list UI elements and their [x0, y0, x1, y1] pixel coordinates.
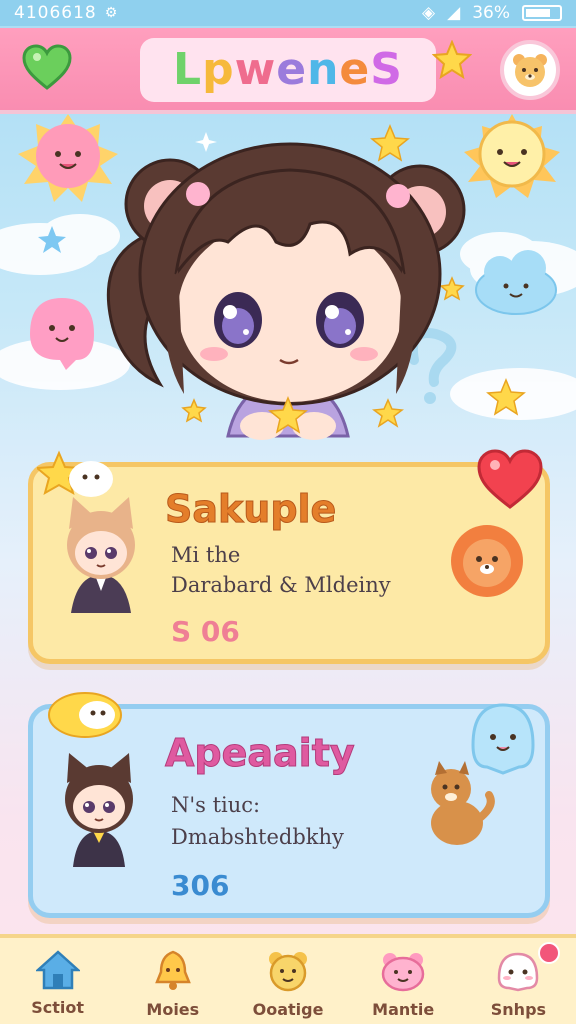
nav-item-shop[interactable]: Snhps [461, 938, 576, 1024]
green-heart-icon [22, 44, 72, 90]
chibi-cat-girl-avatar [67, 497, 135, 613]
card-subtitle: N's tiuc: [171, 793, 261, 817]
bell-icon [154, 950, 191, 990]
bear-face-icon [513, 54, 547, 87]
card-title: Apeaaity [165, 731, 356, 776]
nav-label: Mantie [372, 1000, 435, 1019]
signal-icon: ◢ [447, 3, 461, 23]
app-header: LpweneS [0, 28, 576, 114]
bottom-navigation: Sctiot Moies Ooatige Mantie Snhps [0, 934, 576, 1024]
nav-item-notifications[interactable]: Moies [115, 938, 230, 1024]
nav-item-collection[interactable]: Ooatige [230, 938, 345, 1024]
red-heart-icon [477, 449, 543, 509]
profile-avatar-button[interactable] [500, 40, 560, 100]
notification-badge [538, 942, 561, 964]
character-card-apeaaity[interactable]: Apeaaity N's tiuc: Dmabshtedbkhy 306 [28, 692, 550, 918]
chibi-girl-illustration [0, 114, 576, 440]
card-description: Darabard & Mldeiny [171, 573, 391, 597]
character-card-sakuple[interactable]: Sakuple Mi the Darabard & Mldeiny S 06 [28, 449, 550, 664]
status-time: 4106618 [14, 3, 97, 23]
hero-illustration [0, 114, 576, 454]
pink-sun-creature [18, 114, 118, 202]
nav-label: Snhps [490, 1000, 547, 1019]
favorite-button[interactable] [22, 42, 72, 92]
status-bar: 4106618 ⚙ ◈ ◢ 36% [0, 0, 576, 26]
chibi-cat-girl-avatar [65, 753, 133, 867]
card-description: Dmabshtedbkhy [171, 825, 344, 849]
app-title: LpweneS [140, 38, 436, 102]
pink-bear-icon [381, 953, 425, 992]
card-subtitle: Mi the [171, 543, 241, 567]
card-count: S 06 [171, 615, 240, 648]
battery-icon [522, 5, 562, 21]
yellow-sun-creature [464, 114, 560, 198]
nav-label: Sctiot [31, 998, 84, 1017]
ghost-icon [498, 952, 539, 992]
star-icon [432, 40, 472, 80]
card-title: Sakuple [164, 487, 337, 532]
brown-dog-icon [431, 761, 495, 845]
chibi-girl [106, 142, 466, 440]
settings-icon: ⚙ [104, 5, 118, 21]
nav-label: Moies [146, 1000, 200, 1019]
card-count: 306 [171, 869, 230, 902]
orange-lion-icon [451, 525, 523, 597]
home-icon [35, 950, 80, 990]
wifi-icon: ◈ [422, 3, 436, 23]
battery-percent: 36% [472, 3, 510, 23]
star-cat-sticker-icon [48, 692, 122, 738]
bear-face-icon [269, 952, 307, 992]
nav-label: Ooatige [252, 1000, 324, 1019]
nav-item-match[interactable]: Mantie [346, 938, 461, 1024]
nav-item-home[interactable]: Sctiot [0, 938, 115, 1024]
